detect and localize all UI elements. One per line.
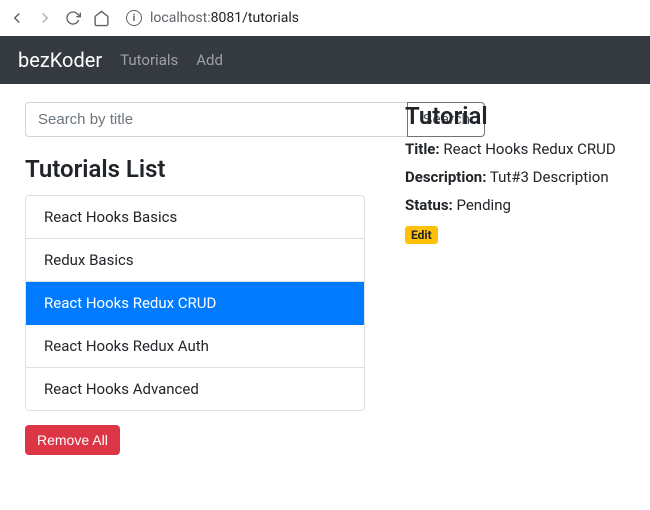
list-item[interactable]: React Hooks Advanced [26, 368, 364, 410]
detail-status: Status: Pending [405, 196, 625, 214]
description-value: Tut#3 Description [490, 168, 609, 186]
url-bar[interactable]: i localhost:8081/tutorials [126, 10, 642, 26]
app-navbar: bezKoder Tutorials Add [0, 36, 650, 84]
tutorials-list: React Hooks Basics Redux Basics React Ho… [25, 195, 365, 411]
remove-all-button[interactable]: Remove All [25, 425, 120, 455]
list-item[interactable]: React Hooks Redux CRUD [26, 282, 364, 325]
detail-title: Title: React Hooks Redux CRUD [405, 140, 625, 158]
list-item[interactable]: React Hooks Redux Auth [26, 325, 364, 368]
reload-icon[interactable] [64, 9, 82, 27]
forward-icon[interactable] [36, 9, 54, 27]
detail-heading: Tutorial [405, 102, 625, 130]
description-label: Description: [405, 168, 486, 186]
home-icon[interactable] [92, 9, 110, 27]
list-item[interactable]: Redux Basics [26, 239, 364, 282]
list-heading: Tutorials List [25, 155, 365, 183]
title-label: Title: [405, 140, 440, 158]
edit-button[interactable]: Edit [405, 226, 438, 244]
info-icon[interactable]: i [126, 10, 142, 26]
brand[interactable]: bezKoder [18, 48, 102, 72]
status-label: Status: [405, 196, 453, 214]
back-icon[interactable] [8, 9, 26, 27]
browser-toolbar: i localhost:8081/tutorials [0, 0, 650, 36]
title-value: React Hooks Redux CRUD [443, 140, 615, 158]
list-item[interactable]: React Hooks Basics [26, 196, 364, 239]
nav-link-tutorials[interactable]: Tutorials [120, 51, 178, 69]
detail-description: Description: Tut#3 Description [405, 168, 625, 186]
url-text: localhost:8081/tutorials [150, 10, 299, 26]
status-value: Pending [456, 196, 510, 214]
nav-link-add[interactable]: Add [196, 51, 223, 69]
search-input[interactable] [25, 102, 408, 137]
